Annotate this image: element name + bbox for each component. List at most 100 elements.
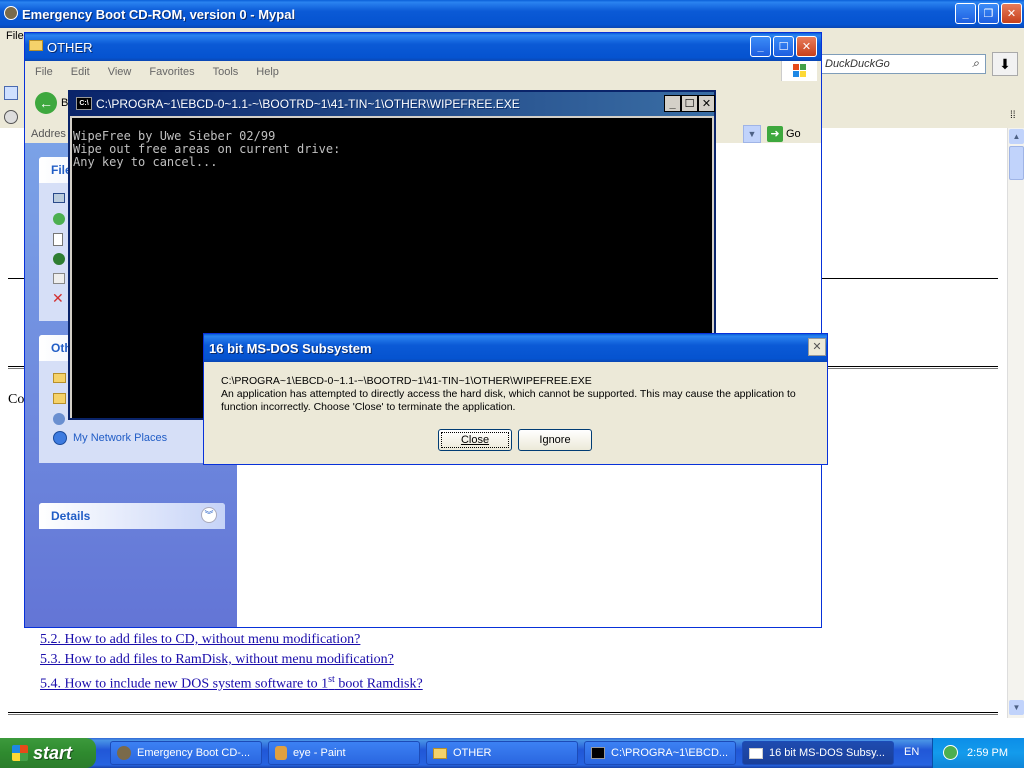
taskbar-item-paint[interactable]: eye - Paint	[268, 741, 420, 765]
folder-task-icon	[433, 747, 447, 759]
taskbar-item-dialog[interactable]: 16 bit MS-DOS Subsy...	[742, 741, 894, 765]
menu-tools[interactable]: Tools	[213, 66, 239, 78]
task-icon-4[interactable]	[53, 253, 65, 265]
console-title-text: C:\PROGRA~1\EBCD-0~1.1-~\BOOTRD~1\41-TIN…	[96, 97, 520, 111]
windows-logo-icon	[12, 745, 28, 761]
clock[interactable]: 2:59 PM	[967, 747, 1008, 759]
menu-help[interactable]: Help	[256, 66, 279, 78]
msdos-subsystem-dialog: 16 bit MS-DOS Subsystem ✕ C:\PROGRA~1\EB…	[203, 333, 828, 465]
place-documents-icon[interactable]	[53, 393, 66, 404]
explorer-title-bar[interactable]: OTHER _ ☐ ✕	[25, 33, 821, 61]
dialog-title-bar[interactable]: 16 bit MS-DOS Subsystem	[204, 334, 827, 362]
search-sidebar-icon[interactable]	[4, 86, 18, 100]
console-maximize-button[interactable]: ☐	[681, 95, 698, 112]
back-arrow-icon: ←	[35, 92, 57, 114]
language-indicator[interactable]: EN	[904, 746, 919, 758]
mypal-logo-icon	[4, 6, 18, 20]
ignore-button[interactable]: Ignore	[518, 429, 592, 451]
console-icon: C:\	[76, 97, 92, 110]
window-task-icon	[749, 747, 763, 759]
network-globe-icon	[53, 431, 67, 445]
faq-link-5-4-tail: boot Ramdisk?	[334, 676, 423, 692]
network-tray-icon[interactable]	[943, 745, 958, 760]
mypal-search-placeholder: DuckDuckGo	[825, 58, 890, 70]
windows-flag-icon	[781, 61, 817, 81]
place-computer-icon[interactable]	[53, 413, 65, 425]
console-title-bar[interactable]: C:\ C:\PROGRA~1\EBCD-0~1.1-~\BOOTRD~1\41…	[70, 92, 715, 116]
chevron-down-icon[interactable]: ︾	[201, 507, 217, 523]
menu-file[interactable]: File	[35, 66, 53, 78]
console-minimize-button[interactable]: _	[664, 95, 681, 112]
faq-link-5-4-sup: st	[328, 674, 335, 685]
taskbar-item-label: 16 bit MS-DOS Subsy...	[769, 747, 885, 759]
menu-edit[interactable]: Edit	[71, 66, 90, 78]
taskbar-item-label: C:\PROGRA~1\EBCD...	[611, 747, 729, 759]
address-dropdown-button[interactable]: ▼	[743, 125, 761, 143]
start-label: start	[33, 742, 73, 763]
folder-icon	[29, 40, 43, 51]
go-label: Go	[786, 128, 801, 140]
mypal-menu-file[interactable]: File	[6, 30, 24, 42]
close-button[interactable]: Close	[438, 429, 512, 451]
place-folder-icon[interactable]	[53, 373, 66, 383]
mypal-title-bar[interactable]: Emergency Boot CD-ROM, version 0 - Mypal…	[0, 0, 1024, 28]
faq-link-5-2[interactable]: 5.2. How to add files to CD, without men…	[40, 632, 360, 648]
task-icon-5[interactable]	[53, 273, 65, 284]
mypal-minimize-button[interactable]: _	[955, 3, 976, 24]
delete-icon[interactable]: ✕	[52, 290, 64, 307]
paint-icon	[275, 746, 287, 760]
task-icon-2[interactable]	[53, 213, 65, 225]
taskbar-item-label: Emergency Boot CD-...	[137, 747, 251, 759]
scrollbar-down-arrow[interactable]: ▼	[1009, 700, 1024, 715]
go-arrow-icon: ➜	[767, 126, 783, 142]
details-panel[interactable]: Details ︾	[39, 503, 225, 529]
console-close-button[interactable]: ✕	[698, 95, 715, 112]
faq-link-5-4[interactable]: 5.4. How to include new DOS system softw…	[40, 674, 423, 693]
explorer-menu-bar: File Edit View Favorites Tools Help	[35, 63, 279, 81]
my-network-places-link[interactable]: My Network Places	[53, 431, 167, 445]
ignore-button-label: Ignore	[539, 434, 571, 446]
faq-link-5-3[interactable]: 5.3. How to add files to RamDisk, withou…	[40, 652, 394, 668]
console-task-icon	[591, 747, 605, 759]
dialog-title-text: 16 bit MS-DOS Subsystem	[209, 340, 372, 356]
taskbar-item-label: eye - Paint	[293, 747, 346, 759]
scrollbar-thumb[interactable]	[1009, 146, 1024, 180]
my-network-places-label: My Network Places	[73, 432, 168, 444]
scrollbar-up-arrow[interactable]: ▲	[1009, 129, 1024, 144]
details-label: Details	[51, 509, 91, 523]
explorer-close-button[interactable]: ✕	[796, 36, 817, 57]
console-line-3: Any key to cancel...	[73, 155, 218, 169]
mypal-title-text: Emergency Boot CD-ROM, version 0 - Mypal	[22, 6, 296, 22]
settings-sidebar-icon[interactable]	[4, 110, 18, 124]
taskbar: start Emergency Boot CD-... eye - Paint …	[0, 738, 1024, 768]
menu-favorites[interactable]: Favorites	[149, 66, 194, 78]
taskbar-item-label: OTHER	[453, 747, 492, 759]
go-button[interactable]: ➜ Go	[767, 125, 813, 143]
details-header[interactable]: Details	[39, 503, 225, 529]
dialog-message-line-2: function incorrectly. Choose 'Close' to …	[221, 401, 516, 413]
start-button[interactable]: start	[0, 738, 96, 768]
page-scrollbar[interactable]: ▲ ▼	[1007, 128, 1024, 718]
system-tray: 2:59 PM	[932, 738, 1024, 768]
task-icon-1[interactable]	[53, 193, 65, 203]
explorer-minimize-button[interactable]: _	[750, 36, 771, 57]
taskbar-item-console[interactable]: C:\PROGRA~1\EBCD...	[584, 741, 736, 765]
task-icon-3[interactable]	[53, 233, 63, 246]
toolbar-overflow-icon[interactable]: ⁞⁞	[1010, 110, 1016, 121]
search-icon[interactable]: ⌕	[972, 56, 979, 71]
address-label: Addres	[31, 128, 66, 140]
explorer-title-text: OTHER	[47, 39, 93, 55]
taskbar-item-other-folder[interactable]: OTHER	[426, 741, 578, 765]
mypal-task-icon	[117, 746, 131, 760]
mypal-maximize-button[interactable]: ❐	[978, 3, 999, 24]
taskbar-item-mypal[interactable]: Emergency Boot CD-...	[110, 741, 262, 765]
mypal-search-input[interactable]: DuckDuckGo ⌕	[820, 54, 986, 74]
dialog-close-x-button[interactable]: ✕	[808, 338, 826, 356]
mypal-close-button[interactable]: ✕	[1001, 3, 1022, 24]
explorer-maximize-button[interactable]: ☐	[773, 36, 794, 57]
menu-view[interactable]: View	[108, 66, 132, 78]
download-arrow-icon[interactable]: ⬇	[992, 52, 1018, 76]
close-button-label: Close	[460, 434, 490, 446]
page-text-fragment: Co	[8, 392, 25, 407]
page-rule-bottom	[8, 712, 998, 715]
